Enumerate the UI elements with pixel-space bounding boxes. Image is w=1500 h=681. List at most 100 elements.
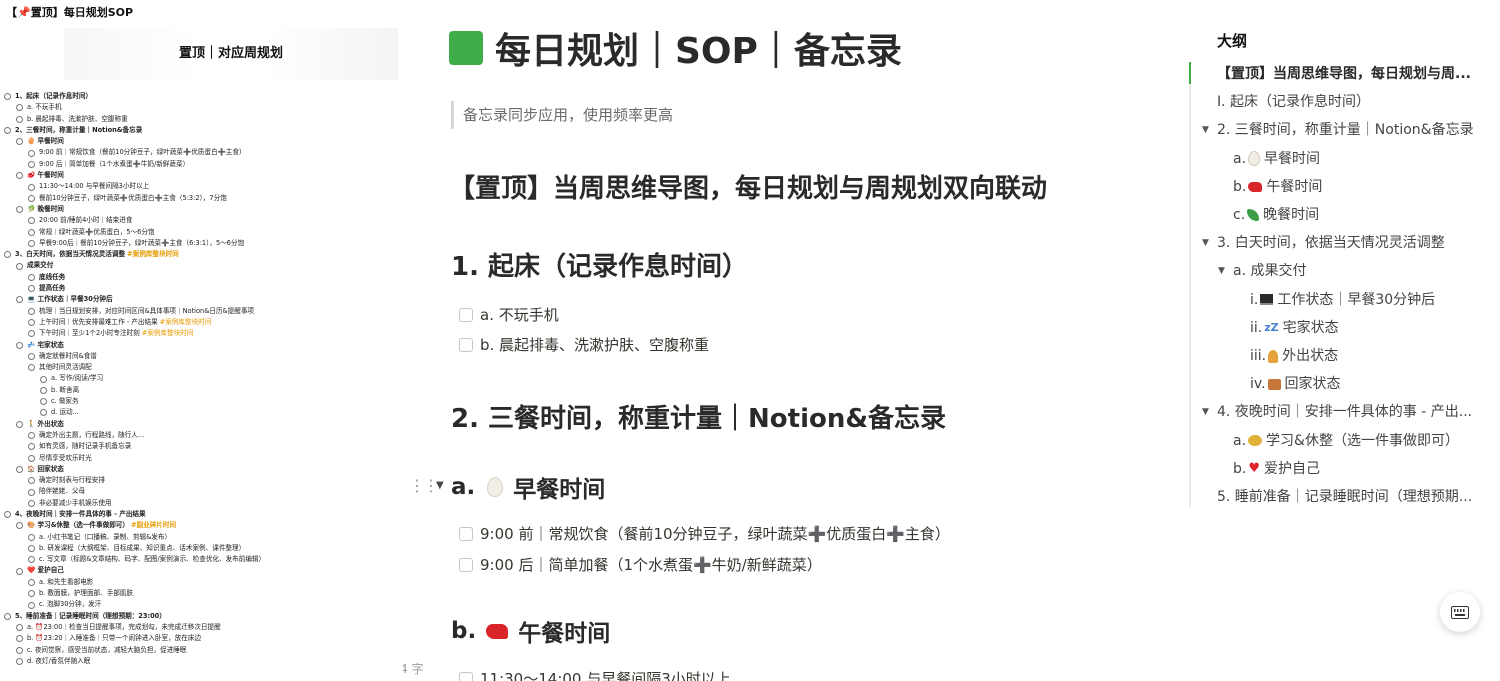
heading-label: 早餐时间 (513, 477, 606, 503)
checkbox[interactable] (459, 307, 473, 322)
outline-item[interactable]: c. 晚餐时间 (1233, 201, 1319, 229)
outline-item-text: 午餐时间 (1266, 178, 1323, 195)
mindmap-circle-icon (40, 386, 47, 394)
mindmap-item: 🥩 午餐时间 (0, 170, 403, 181)
mindmap-window-title: 【📌置顶】每日规划SOP (6, 6, 134, 19)
mindmap-tag: #案例库整块时间 (127, 250, 179, 259)
mindmap-circle-icon (16, 206, 23, 214)
outline-item-prefix: a. (1233, 150, 1247, 167)
leaf-icon (1247, 209, 1260, 221)
outline-item[interactable]: a. 成果交付 (1233, 257, 1306, 285)
mindmap-item-text: b. 研发课程（大纲框架、目标成果、知识重点、话术案例、课件整理） (39, 543, 246, 552)
outline-item[interactable]: iii. 外出状态 (1250, 342, 1338, 370)
mindmap-item: 如有灵感，随时记录手机备忘录 (0, 441, 403, 452)
outline-item[interactable]: iv. 回家状态 (1250, 370, 1341, 398)
outline-item-text: 宅家状态 (1282, 319, 1339, 336)
keyboard-button[interactable] (1440, 592, 1480, 632)
outline-item[interactable]: 4. 夜晚时间｜安排一件具体的事 - 产出... (1217, 398, 1472, 426)
mindmap-circle-icon (4, 511, 11, 519)
checkbox[interactable] (459, 337, 473, 352)
mindmap-item-text: 上午时间｜优先安排最难工作 - 产出结果 (39, 317, 158, 326)
mindmap-circle-icon (28, 590, 35, 598)
mindmap-item: 1、起床（记录作息时间） (0, 91, 403, 102)
todo-item[interactable]: 11:30～14:00 与早餐间隔3小时以上 (459, 668, 731, 681)
outline-item-prefix: b. (1233, 460, 1247, 477)
mindmap-circle-icon (28, 194, 35, 202)
outline-item[interactable]: 2. 三餐时间，称重计量｜Notion&备忘录 (1217, 116, 1474, 144)
mindmap-item-text: 确定就餐时间&食谱 (39, 351, 97, 360)
heading-meals[interactable]: 2. 三餐时间，称重计量｜Notion&备忘录 (451, 398, 946, 435)
todo-item[interactable]: a. 不玩手机 (459, 304, 559, 325)
house-icon (1267, 378, 1281, 390)
person-walking-icon (1268, 349, 1279, 363)
mindmap-item: 梳理｜当日规划安排，对应时间区间&具体事项｜Notion&日历&提醒事项 (0, 306, 403, 317)
checkbox[interactable] (459, 557, 473, 572)
outline-active-indicator (1189, 62, 1191, 84)
mindmap-item-text: 🥬 晚餐时间 (27, 204, 64, 213)
mindmap-item-text: 常规｜绿叶蔬菜➕优质蛋白，5～6分饱 (39, 227, 155, 236)
mindmap-item: 11:30～14:00 与早餐间隔3小时以上 (0, 181, 403, 192)
heading-lunch[interactable]: b. 午餐时间 (451, 614, 610, 648)
checkbox[interactable] (459, 671, 473, 681)
mindmap-item: d. 夜灯/香氛伴随入眠 (0, 656, 403, 667)
mindmap-item: c. 写文章（标题&文章结构、码字、配图/案例演示、检查优化、发布前编辑） (0, 554, 403, 565)
mindmap-item-text: 2、三餐时间，称重计量｜Notion&备忘录 (15, 125, 143, 134)
outline-toggle-icon[interactable]: ▼ (1202, 116, 1209, 144)
outline-item[interactable]: b. ♥ 爱护自己 (1233, 455, 1320, 483)
mindmap-item: 陪伴姥姥、父母 (0, 486, 403, 497)
mindmap-circle-icon (28, 578, 35, 586)
mindmap-item: 3、白天时间，依据当天情况灵活调整 #案例库整块时间 (0, 249, 403, 260)
page-title[interactable]: 每日规划｜SOP｜备忘录 (449, 22, 902, 74)
green-square-icon[interactable] (449, 31, 483, 65)
mindmap-item: 其他时间灵活调配 (0, 362, 403, 373)
sleep-icon: zZ (1264, 320, 1279, 334)
outline-item[interactable]: i. 工作状态｜早餐30分钟后 (1250, 286, 1435, 314)
mindmap-circle-icon (28, 432, 35, 440)
egg-icon (1248, 151, 1261, 167)
mindmap-item: b. 研发课程（大纲框架、目标成果、知识重点、话术案例、课件整理） (0, 543, 403, 554)
mindmap-item-text: 底线任务 (39, 272, 66, 281)
todo-item[interactable]: b. 晨起排毒、洗漱护肤、空腹称重 (459, 334, 709, 355)
mindmap-circle-icon (16, 657, 23, 665)
mindmap-item: 20:00 前/睡前4小时｜结束进食 (0, 215, 403, 226)
mindmap-item: 4、夜晚时间｜安排一件具体的事 - 产出结果 (0, 509, 403, 520)
quote-block[interactable]: 备忘录同步应用，使用频率更高 (451, 101, 673, 129)
mindmap-item: a. ⏰23:00｜检查当日提醒事项，完成划勾，未完成迁移次日提醒 (0, 622, 403, 633)
todo-text: 11:30～14:00 与早餐间隔3小时以上 (480, 670, 731, 681)
mindmap-tag: #案例库整块时间 (141, 329, 194, 338)
mindmap-item-text: b. 断舍离 (51, 385, 80, 394)
collapse-caret-icon[interactable]: ▼ (436, 480, 444, 491)
drag-handle-icon[interactable]: ⋮⋮ (409, 476, 439, 495)
mindmap-circle-icon (28, 228, 35, 236)
mindmap-tag: #副业碎片时间 (130, 521, 177, 530)
outline-toggle-icon[interactable]: ▼ (1202, 398, 1209, 426)
heading-wakeup[interactable]: 1. 起床（记录作息时间） (451, 246, 748, 283)
heading-breakfast[interactable]: a. 早餐时间 (451, 470, 605, 504)
outline-item[interactable]: a. 学习&休整（选一件事做即可） (1233, 427, 1459, 455)
outline-toggle-icon[interactable]: ▼ (1218, 257, 1225, 285)
mindmap-header: 置顶｜对应周规划 (64, 28, 398, 80)
mindmap-circle-icon (28, 352, 35, 360)
outline-item[interactable]: 【置顶】当周思维导图，每日规划与周... (1217, 60, 1471, 88)
outline-item-prefix: ii. (1250, 319, 1263, 336)
mindmap-item: b. 晨起排毒、洗漱护肤、空腹称重 (0, 114, 403, 125)
mindmap-circle-icon (28, 285, 35, 293)
checkbox[interactable] (459, 526, 473, 541)
mindmap-circle-icon (16, 635, 23, 643)
mindmap-item-text: 尽情享受欢乐时光 (39, 453, 92, 462)
outline-item[interactable]: b. 午餐时间 (1233, 173, 1322, 201)
mindmap-item: 尽情享受欢乐时光 (0, 453, 403, 464)
outline-item[interactable]: 3. 白天时间，依据当天情况灵活调整 (1217, 229, 1445, 257)
outline-item[interactable]: a. 早餐时间 (1233, 145, 1320, 173)
heading-pinned[interactable]: 【置顶】当周思维导图，每日规划与周规划双向联动 (449, 168, 1047, 205)
outline-panel: 大纲 【置顶】当周思维导图，每日规划与周... I. 起床（记录作息时间） ▼ 2. … (1180, 0, 1500, 681)
outline-toggle-icon[interactable]: ▼ (1202, 229, 1209, 257)
mindmap-preview: 【📌置顶】每日规划SOP 置顶｜对应周规划 1、起床（记录作息时间） a. 不玩手… (0, 0, 403, 681)
todo-item[interactable]: 9:00 后｜简单加餐（1个水煮蛋➕牛奶/新鲜蔬菜） (459, 554, 822, 575)
outline-item[interactable]: ii. zZ 宅家状态 (1250, 314, 1339, 342)
mindmap-item: c. 夜间觉察，感受当前状态，减轻大脑负担，促进睡眠 (0, 645, 403, 656)
outline-item[interactable]: I. 起床（记录作息时间） (1217, 88, 1370, 116)
outline-item[interactable]: 5. 睡前准备｜记录睡眠时间（理想预期... (1217, 483, 1472, 511)
mindmap-item: 餐前10分钟豆子，绿叶蔬菜➕优质蛋白➕主食（5:3:2），7分饱 (0, 193, 403, 204)
todo-item[interactable]: 9:00 前｜常规饮食（餐前10分钟豆子，绿叶蔬菜➕优质蛋白➕主食） (459, 523, 950, 544)
